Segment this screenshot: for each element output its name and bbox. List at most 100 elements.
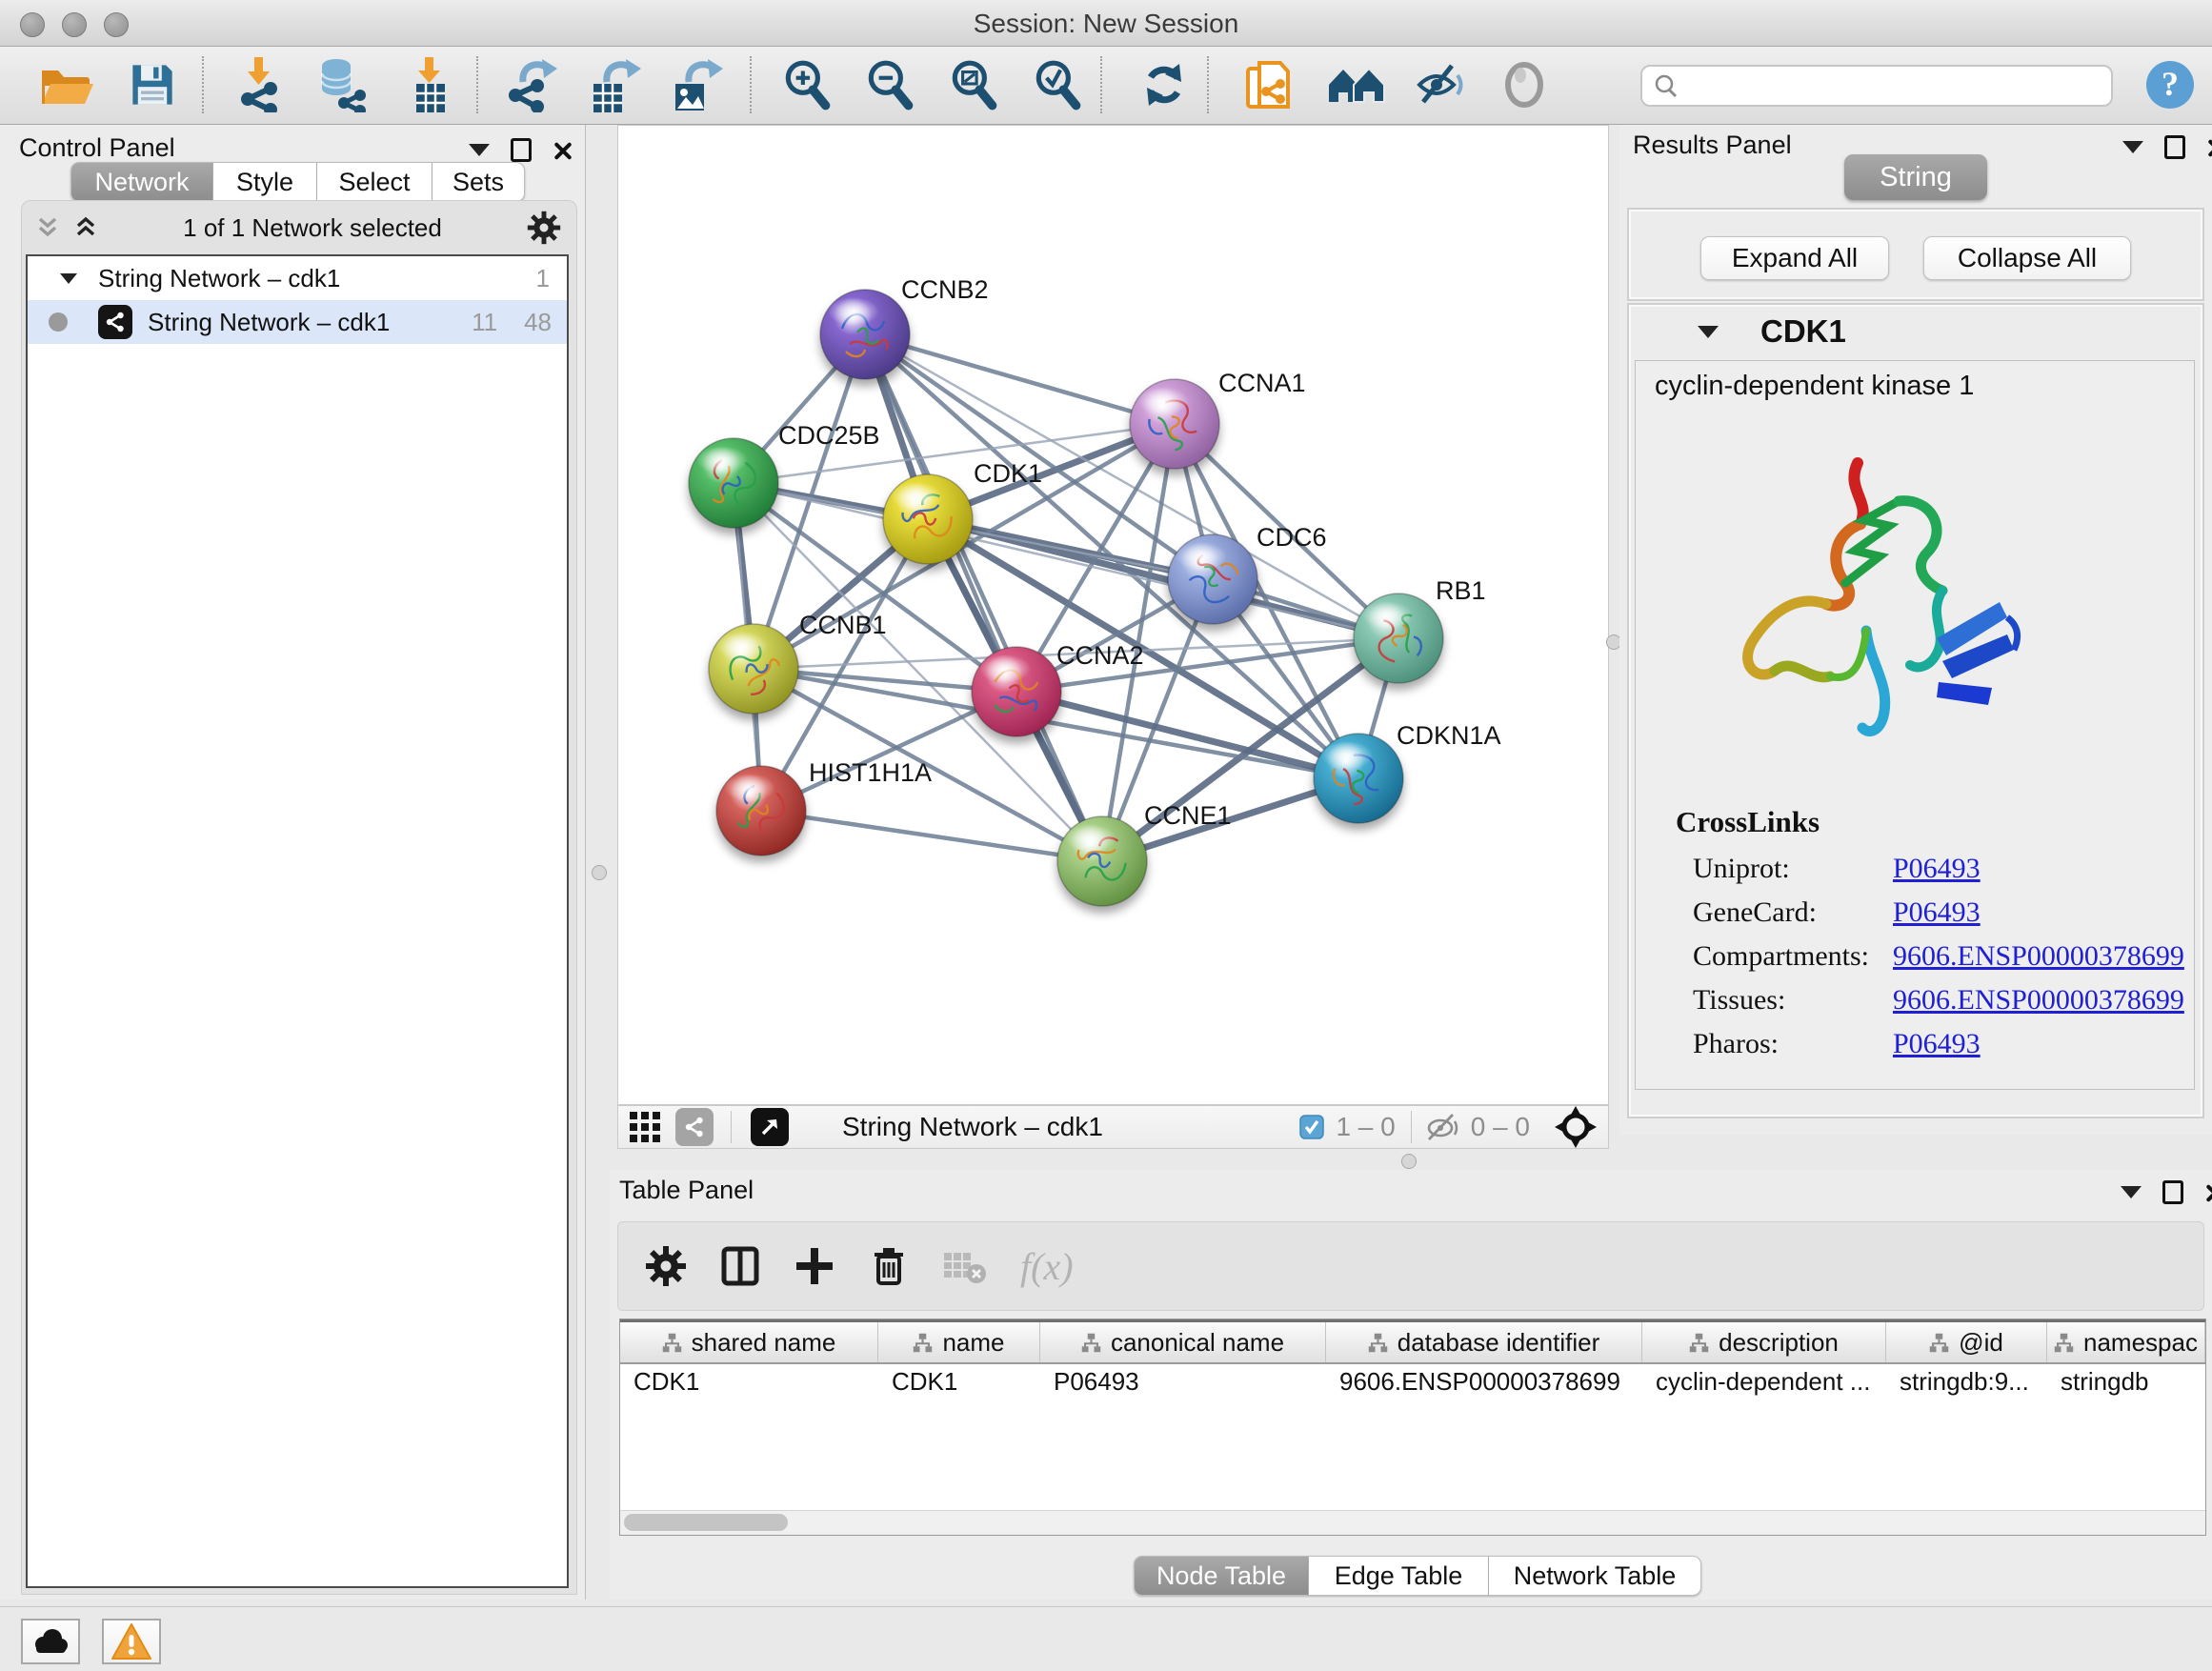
table-cell[interactable]: P06493 (1040, 1367, 1326, 1397)
cloud-status-button[interactable] (21, 1619, 80, 1664)
collection-expand-icon[interactable] (60, 273, 77, 284)
left-splitter-handle[interactable] (592, 865, 607, 880)
warning-status-button[interactable] (102, 1619, 161, 1664)
table-cell[interactable]: 9606.ENSP00000378699 (1326, 1367, 1642, 1397)
tab-string[interactable]: String (1844, 154, 1987, 200)
node-CCNE1[interactable] (1057, 816, 1147, 906)
import-network-database-button[interactable] (311, 54, 372, 115)
collapse-all-button[interactable]: Collapse All (1923, 236, 2131, 280)
tab-style[interactable]: Style (213, 162, 317, 202)
zoom-in-button[interactable] (776, 54, 837, 115)
node-CCNB2[interactable] (820, 290, 910, 379)
table-cell[interactable]: CDK1 (620, 1367, 878, 1397)
panel-menu-icon[interactable] (2122, 141, 2143, 153)
share-document-button[interactable] (1238, 54, 1299, 115)
zoom-out-button[interactable] (859, 54, 920, 115)
node-CDC6[interactable] (1168, 534, 1257, 624)
panel-menu-icon[interactable] (469, 144, 490, 156)
crosslink-value-link[interactable]: 9606.ENSP00000378699 (1893, 984, 2184, 1017)
show-columns-icon[interactable] (719, 1245, 761, 1287)
table-cell[interactable]: stringdb (2047, 1367, 2205, 1397)
edge-CCNB2-CCNA1[interactable] (865, 334, 1175, 424)
tab-node-table[interactable]: Node Table (1134, 1556, 1309, 1596)
chevron-double-down-icon[interactable] (35, 215, 60, 240)
network-view[interactable]: CCNB2CCNA1CDC25BCDK1CDC6RB1CCNB1CCNA2CDK… (617, 125, 1609, 1105)
column-header-database-identifier[interactable]: database identifier (1326, 1322, 1642, 1362)
tab-network-table[interactable]: Network Table (1489, 1556, 1701, 1596)
homes-button[interactable] (1326, 54, 1387, 115)
scrollbar-thumb[interactable] (624, 1514, 788, 1531)
search-field[interactable] (1640, 65, 2113, 107)
table-gear-icon[interactable] (645, 1245, 687, 1287)
node-CDKN1A[interactable] (1314, 734, 1403, 823)
crosslink-value-link[interactable]: 9606.ENSP00000378699 (1893, 940, 2184, 973)
panel-float-icon[interactable] (2164, 135, 2185, 159)
node-RB1[interactable] (1354, 594, 1443, 683)
hidden-eye-icon[interactable] (1425, 1113, 1461, 1141)
delete-column-icon[interactable] (868, 1245, 910, 1287)
add-column-icon[interactable] (794, 1245, 835, 1287)
tab-edge-table[interactable]: Edge Table (1309, 1556, 1489, 1596)
search-input[interactable] (1679, 70, 2082, 102)
help-button[interactable]: ? (2140, 54, 2201, 115)
import-network-file-button[interactable] (230, 54, 291, 115)
expand-all-button[interactable]: Expand All (1700, 236, 1889, 280)
table-horizontal-scrollbar[interactable] (620, 1510, 2205, 1535)
column-header-shared-name[interactable]: shared name (620, 1322, 878, 1362)
panel-close-icon[interactable] (2204, 1183, 2212, 1202)
node-CDC25B[interactable] (689, 438, 778, 528)
export-network-button[interactable] (501, 54, 562, 115)
selected-checkbox-icon[interactable] (1299, 1115, 1324, 1139)
crosslink-value-link[interactable]: P06493 (1893, 1028, 1981, 1060)
column-header-description[interactable]: description (1642, 1322, 1886, 1362)
panel-float-icon[interactable] (2162, 1180, 2183, 1204)
export-table-button[interactable] (583, 54, 644, 115)
column-header-name[interactable]: name (878, 1322, 1040, 1362)
horizontal-splitter-handle[interactable] (1401, 1154, 1417, 1169)
tab-select[interactable]: Select (317, 162, 432, 202)
edge-HIST1H1A-CCNE1[interactable] (761, 811, 1102, 861)
share-view-icon[interactable] (675, 1108, 714, 1146)
birds-eye-button[interactable] (1494, 54, 1555, 115)
entry-header[interactable]: CDK1 (1629, 305, 2202, 358)
column-header-namespac[interactable]: namespac (2047, 1322, 2205, 1362)
node-CCNA2[interactable] (972, 647, 1061, 736)
open-session-button[interactable] (36, 54, 97, 115)
crosslink-value-link[interactable]: P06493 (1893, 896, 1981, 929)
node-CDK1[interactable] (883, 474, 973, 564)
column-header-@id[interactable]: @id (1886, 1322, 2047, 1362)
table-cell[interactable]: CDK1 (878, 1367, 1040, 1397)
import-table-button[interactable] (400, 54, 461, 115)
panel-close-icon[interactable] (553, 141, 572, 160)
network-view-title: String Network – cdk1 (842, 1112, 1103, 1142)
panel-float-icon[interactable] (511, 138, 532, 162)
panel-close-icon[interactable] (2206, 138, 2212, 157)
crosslink-row: Compartments:9606.ENSP00000378699 (1693, 935, 2188, 978)
zoom-selected-button[interactable] (1027, 54, 1088, 115)
table-cell[interactable]: cyclin-dependent ... (1642, 1367, 1886, 1397)
crosslink-value-link[interactable]: P06493 (1893, 853, 1981, 885)
grid-view-icon[interactable] (628, 1110, 662, 1144)
zoom-fit-button[interactable] (943, 54, 1004, 115)
hide-graphics-button[interactable] (1410, 54, 1471, 115)
panel-menu-icon[interactable] (2121, 1186, 2142, 1198)
tab-network[interactable]: Network (70, 162, 213, 202)
network-collection-row[interactable]: String Network – cdk1 1 (28, 256, 567, 300)
export-image-button[interactable] (665, 54, 726, 115)
column-header-canonical-name[interactable]: canonical name (1040, 1322, 1326, 1362)
node-CCNA1[interactable] (1130, 379, 1219, 469)
node-CCNB1[interactable] (709, 624, 798, 714)
table-cell[interactable]: stringdb:9... (1886, 1367, 2047, 1397)
entry-collapse-icon[interactable] (1698, 326, 1719, 338)
node-HIST1H1A[interactable] (716, 766, 806, 856)
save-session-button[interactable] (122, 54, 183, 115)
crosslink-row: Tissues:9606.ENSP00000378699 (1693, 978, 2188, 1022)
network-row-selected[interactable]: String Network – cdk1 11 48 (28, 300, 567, 344)
tab-sets[interactable]: Sets (432, 162, 525, 202)
open-view-icon[interactable] (751, 1108, 789, 1146)
table-row[interactable]: CDK1CDK1P064939606.ENSP00000378699cyclin… (620, 1364, 2205, 1399)
chevron-double-up-icon[interactable] (73, 215, 98, 240)
fit-selection-crosshair-icon[interactable] (1555, 1106, 1597, 1148)
gear-icon[interactable] (527, 211, 561, 245)
refresh-button[interactable] (1134, 54, 1195, 115)
